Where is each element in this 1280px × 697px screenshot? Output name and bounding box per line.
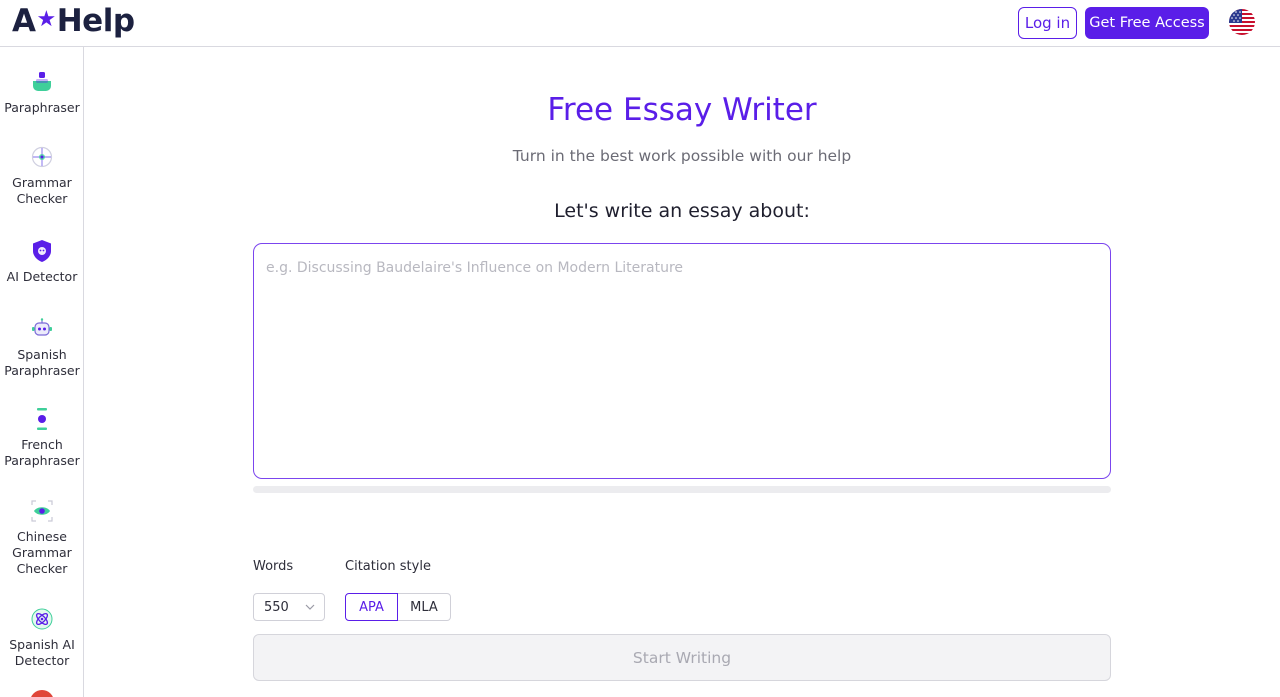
words-label: Words	[253, 559, 294, 574]
sidebar-item-label: Chinese Grammar Checker	[12, 529, 72, 576]
citation-apa-button[interactable]: APA	[345, 593, 398, 621]
login-button[interactable]: Log in	[1018, 7, 1077, 39]
sidebar-item-label: Grammar Checker	[12, 175, 72, 206]
us-flag-icon[interactable]	[1229, 9, 1255, 35]
robot-icon	[32, 318, 52, 336]
sidebar-item-paraphraser[interactable]: Paraphraser	[0, 70, 84, 116]
words-select-value: 550	[264, 599, 289, 615]
ahelp-logo[interactable]: A ★ Help	[12, 1, 135, 41]
sidebar-item-spanish-paraphraser[interactable]: Spanish Paraphraser	[0, 317, 84, 379]
logo-star-icon: ★	[36, 6, 57, 32]
citation-mla-button[interactable]: MLA	[398, 593, 451, 621]
logo-text-help: Help	[56, 3, 135, 39]
sidebar-item-label: Spanish Paraphraser	[4, 347, 80, 378]
page-title: Free Essay Writer	[547, 92, 817, 128]
input-progress-bar	[253, 486, 1111, 493]
sidebar-item-grammar-checker[interactable]: Grammar Checker	[0, 145, 84, 207]
sidebar-more-icon	[30, 690, 54, 697]
essay-topic-input[interactable]	[253, 243, 1111, 479]
get-free-access-button[interactable]: Get Free Access	[1085, 7, 1209, 39]
grammar-checker-icon	[31, 146, 53, 168]
page-subtitle: Turn in the best work possible with our …	[512, 147, 852, 165]
sidebar-item-label: AI Detector	[6, 269, 78, 284]
logo-text-a: A	[12, 3, 36, 39]
sidebar-item-french-paraphraser[interactable]: French Paraphraser	[0, 407, 84, 469]
sidebar-item-label: Spanish AI Detector	[9, 637, 75, 668]
top-header: A ★ Help Log in Get Free Access	[0, 0, 1280, 47]
tools-sidebar: Paraphraser Grammar Checker AI Detector …	[0, 47, 84, 697]
eye-icon	[31, 500, 53, 522]
citation-style-toggle: APA MLA	[345, 593, 451, 621]
start-writing-button[interactable]: Start Writing	[253, 634, 1111, 681]
hourglass-icon	[37, 408, 47, 430]
citation-style-label: Citation style	[345, 559, 431, 574]
chevron-down-icon	[305, 604, 315, 610]
sidebar-item-ai-detector[interactable]: AI Detector	[0, 239, 84, 285]
sidebar-item-spanish-ai-detector[interactable]: Spanish AI Detector	[0, 607, 84, 669]
ai-detector-shield-icon	[33, 240, 51, 262]
sidebar-item-label: Paraphraser	[4, 100, 80, 115]
essay-prompt-heading: Let's write an essay about:	[554, 200, 810, 222]
paraphraser-icon	[33, 72, 51, 91]
sidebar-item-chinese-grammar-checker[interactable]: Chinese Grammar Checker	[0, 499, 84, 577]
sidebar-item-label: French Paraphraser	[4, 437, 80, 468]
words-select[interactable]: 550	[253, 593, 325, 621]
atom-icon	[31, 608, 53, 630]
